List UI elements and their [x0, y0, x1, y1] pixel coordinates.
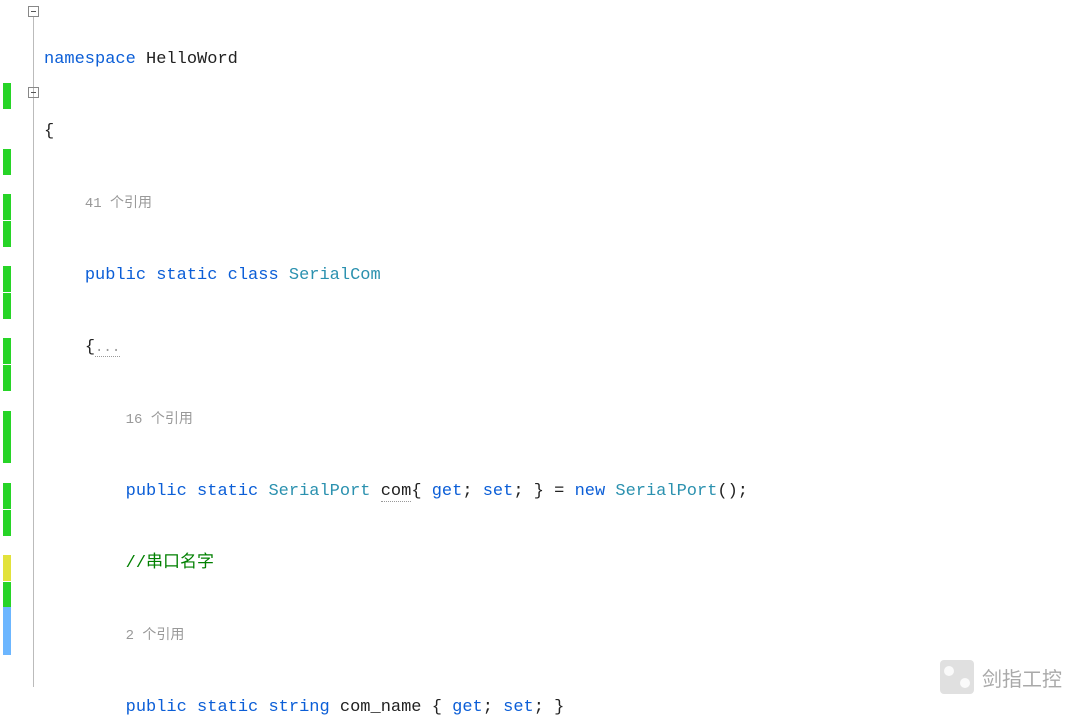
code-editor[interactable]: namespace HelloWord { 41 个引用 public stat…: [0, 0, 1080, 716]
code-line: public static class SerialCom: [42, 264, 1080, 288]
code-area[interactable]: namespace HelloWord { 41 个引用 public stat…: [42, 0, 1080, 716]
codelens[interactable]: 2 个引用: [42, 624, 1080, 648]
fold-toggle-icon[interactable]: [28, 6, 39, 17]
code-line: {...: [42, 336, 1080, 360]
wechat-icon: [940, 660, 974, 694]
code-line: public static string com_name { get; set…: [42, 696, 1080, 716]
outline-column: [28, 0, 42, 716]
code-line: {: [42, 120, 1080, 144]
watermark: 剑指工控: [940, 660, 1062, 694]
fold-toggle-icon[interactable]: [28, 87, 39, 98]
codelens[interactable]: 16 个引用: [42, 408, 1080, 432]
code-line: namespace HelloWord: [42, 48, 1080, 72]
code-line: //串口名字: [42, 552, 1080, 576]
change-gutter: [0, 0, 28, 716]
watermark-text: 剑指工控: [982, 663, 1062, 692]
codelens[interactable]: 41 个引用: [42, 192, 1080, 216]
code-line: public static SerialPort com{ get; set; …: [42, 480, 1080, 504]
